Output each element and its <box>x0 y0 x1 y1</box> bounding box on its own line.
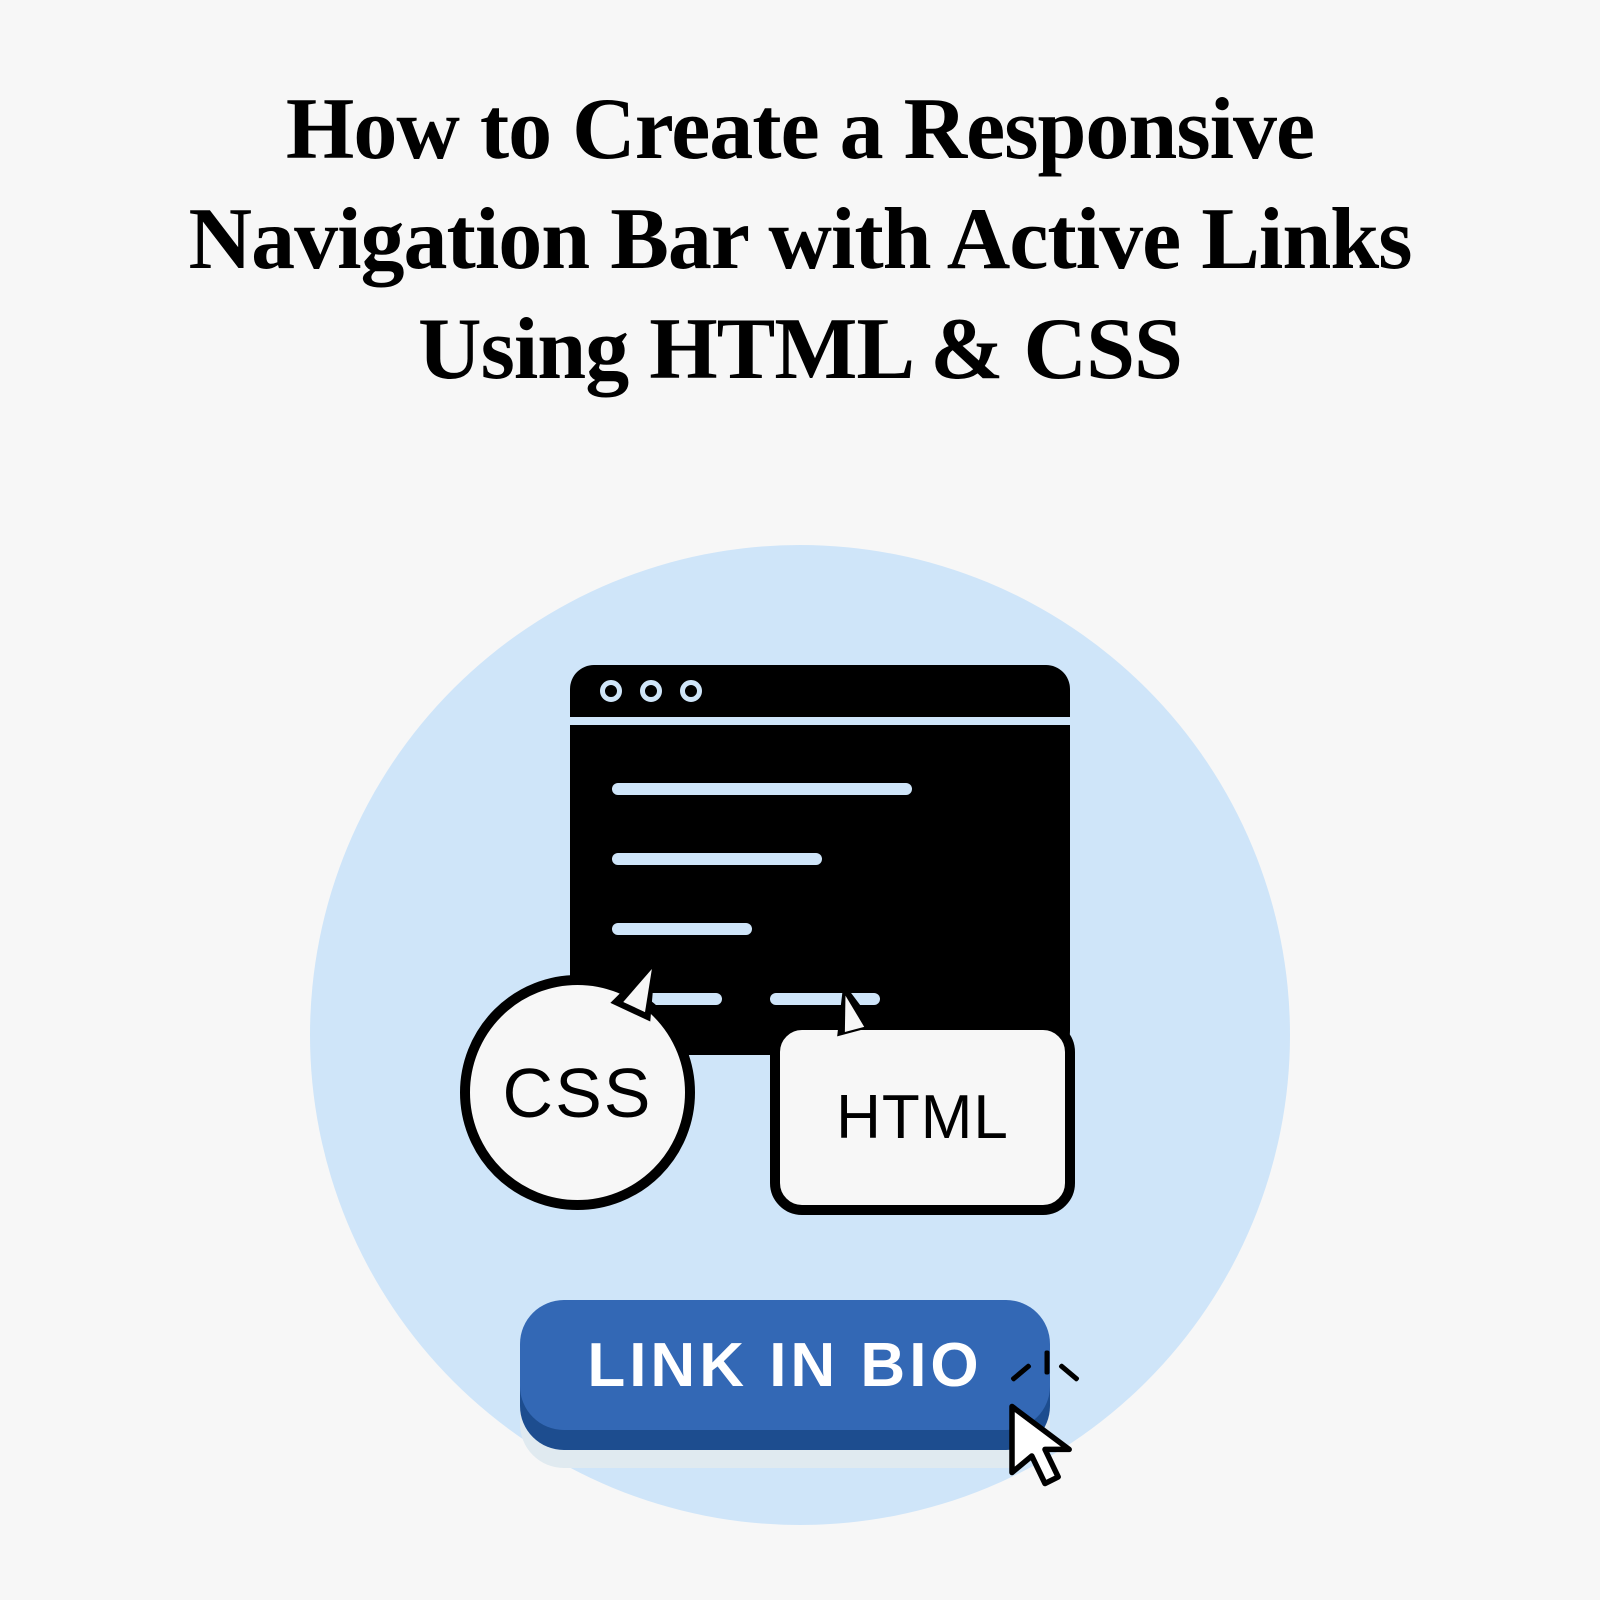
code-line-icon <box>612 923 752 935</box>
button-label: LINK IN BIO <box>520 1300 1050 1430</box>
link-in-bio-button[interactable]: LINK IN BIO <box>520 1300 1080 1490</box>
css-speech-bubble: CSS <box>460 975 695 1210</box>
cursor-icon <box>990 1390 1100 1500</box>
code-line-icon <box>612 783 912 795</box>
window-dot-icon <box>640 680 662 702</box>
css-label: CSS <box>460 975 695 1210</box>
window-dot-icon <box>680 680 702 702</box>
page-title: How to Create a Responsive Navigation Ba… <box>80 75 1520 405</box>
code-line-icon <box>612 853 822 865</box>
window-dot-icon <box>600 680 622 702</box>
html-label: HTML <box>770 1020 1075 1215</box>
browser-header <box>570 665 1070 725</box>
code-illustration: CSS HTML <box>490 665 1110 1265</box>
html-speech-bubble: HTML <box>770 1020 1075 1215</box>
